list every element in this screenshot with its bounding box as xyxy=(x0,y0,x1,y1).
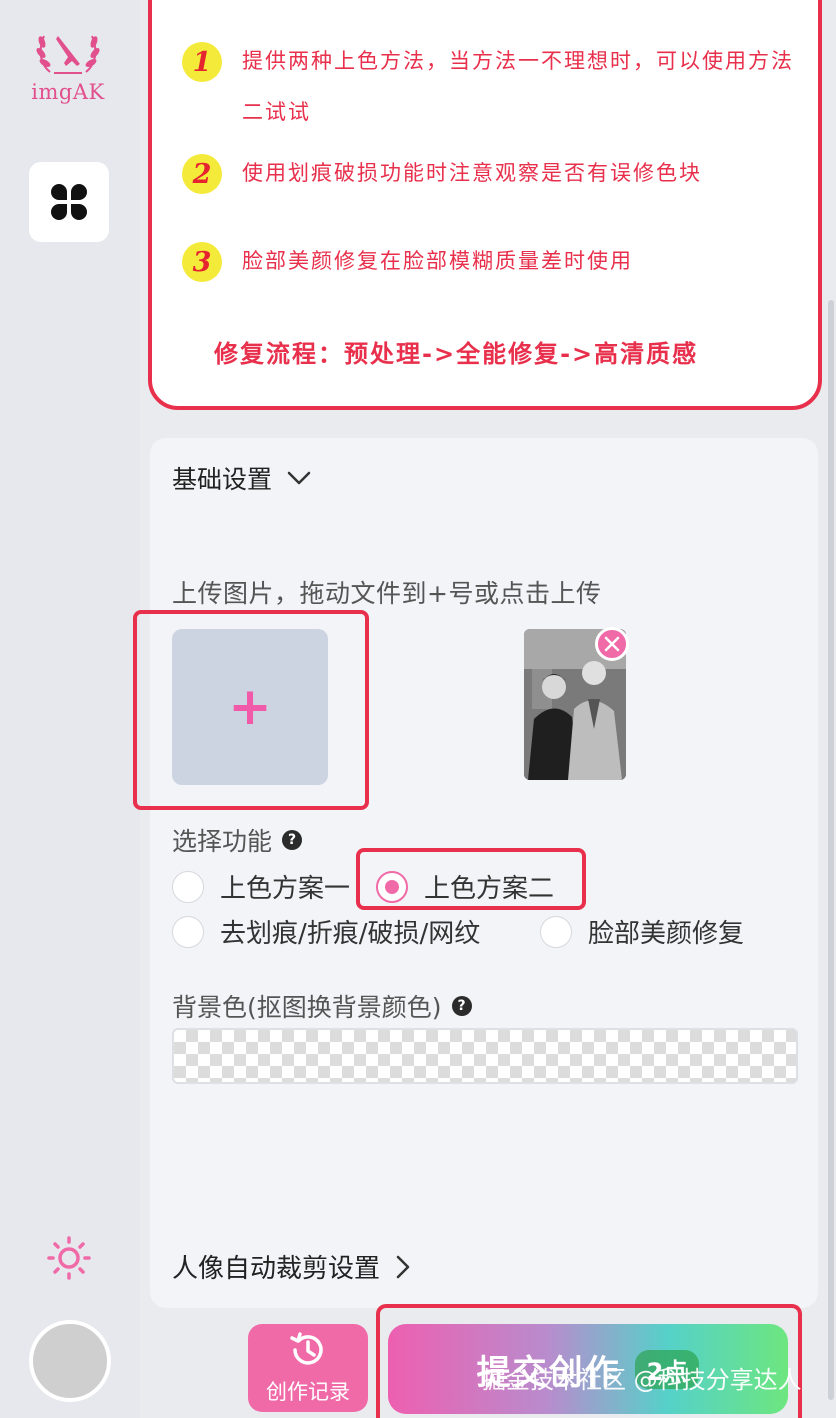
notice-text: 脸部美颜修复在脸部模糊质量差时使用 xyxy=(242,249,633,273)
highlight-frame xyxy=(356,848,586,910)
radio-button[interactable] xyxy=(540,915,572,948)
option-scratch-repair[interactable]: 去划痕/折痕/破损/网纹 xyxy=(172,913,480,950)
option-label: 上色方案一 xyxy=(220,874,351,904)
background-color-picker[interactable] xyxy=(172,1028,798,1084)
notice-number-badge: 2 xyxy=(182,154,222,194)
notice-item: 2 使用划痕破损功能时注意观察是否有误修色块 xyxy=(182,154,802,199)
portrait-crop-settings-toggle[interactable]: 人像自动裁剪设置 xyxy=(172,1248,414,1285)
basic-settings-toggle[interactable]: 基础设置 xyxy=(172,460,312,496)
option-label: 去划痕/折痕/破损/网纹 xyxy=(220,919,481,949)
notice-number-badge: 1 xyxy=(182,42,222,82)
notice-item: 1 提供两种上色方法，当方法一不理想时，可以使用方法二试试 xyxy=(182,42,802,138)
upload-label: 上传图片，拖动文件到+号或点击上传 xyxy=(172,579,602,608)
brand-logo[interactable]: imgAK xyxy=(28,22,108,112)
history-clock-icon xyxy=(290,1332,323,1365)
notice-text: 提供两种上色方法，当方法一不理想时，可以使用方法二试试 xyxy=(242,49,794,124)
plus-icon: + xyxy=(228,677,272,737)
apps-button[interactable] xyxy=(29,162,109,242)
option-face-beauty[interactable]: 脸部美颜修复 xyxy=(540,913,744,950)
radio-button[interactable] xyxy=(172,870,204,903)
theme-toggle-button[interactable] xyxy=(45,1234,93,1282)
notice-number-badge: 3 xyxy=(182,242,222,282)
brand-name: imgAK xyxy=(31,80,105,104)
notice-item: 3 脸部美颜修复在脸部模糊质量差时使用 xyxy=(182,242,802,287)
settings-panel: 基础设置 上传图片，拖动文件到+号或点击上传 + 选择功能 ? 上色方案一 上色… xyxy=(133,438,818,1308)
option-colorize-1[interactable]: 上色方案一 xyxy=(172,868,350,905)
help-icon[interactable]: ? xyxy=(451,996,472,1016)
background-color-label: 背景色(抠图换背景颜色) ? xyxy=(172,988,472,1024)
close-icon xyxy=(604,636,620,652)
upload-dropzone[interactable]: + xyxy=(172,629,328,785)
notice-text: 使用划痕破损功能时注意观察是否有误修色块 xyxy=(242,161,702,185)
user-avatar[interactable] xyxy=(29,1320,111,1402)
laurel-rifle-emblem-icon xyxy=(36,35,100,74)
function-label: 选择功能 ? xyxy=(172,822,303,858)
portrait-crop-title: 人像自动裁剪设置 xyxy=(172,1254,381,1284)
background-color-label-text: 背景色(抠图换背景颜色) xyxy=(172,993,442,1022)
chevron-down-icon xyxy=(287,471,311,485)
radio-button[interactable] xyxy=(172,915,204,948)
option-label: 脸部美颜修复 xyxy=(588,919,745,949)
history-label: 创作记录 xyxy=(266,1380,350,1404)
help-icon[interactable]: ? xyxy=(282,830,303,850)
history-button[interactable]: 创作记录 xyxy=(248,1324,368,1412)
watermark-text: 掘金技术社区 @科技分享达人 xyxy=(482,1366,802,1394)
sidebar: imgAK xyxy=(0,0,140,1418)
repair-flow-text: 修复流程：预处理->全能修复->高清质感 xyxy=(214,340,699,368)
remove-image-button[interactable] xyxy=(595,627,629,661)
usage-notice-card: 1 提供两种上色方法，当方法一不理想时，可以使用方法二试试 2 使用划痕破损功能… xyxy=(148,0,822,410)
chevron-right-icon xyxy=(396,1255,410,1278)
page-scrollbar[interactable] xyxy=(828,300,834,1400)
sun-icon xyxy=(47,1236,91,1280)
grid-four-petal-icon xyxy=(51,184,87,220)
basic-settings-title: 基础设置 xyxy=(172,465,273,494)
function-label-text: 选择功能 xyxy=(172,827,273,856)
